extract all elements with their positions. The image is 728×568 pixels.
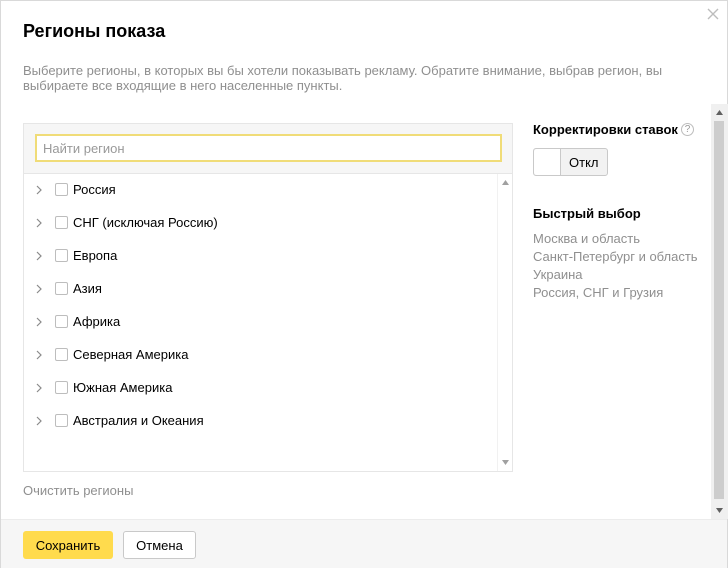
- chevron-right-icon[interactable]: [33, 415, 45, 427]
- region-label: Северная Америка: [73, 347, 189, 362]
- region-item[interactable]: Россия: [24, 179, 494, 201]
- region-checkbox[interactable]: [55, 183, 68, 196]
- region-label: СНГ (исключая Россию): [73, 215, 218, 230]
- region-checkbox[interactable]: [55, 381, 68, 394]
- chevron-right-icon[interactable]: [33, 184, 45, 196]
- region-item[interactable]: СНГ (исключая Россию): [24, 212, 494, 234]
- region-label: Азия: [73, 281, 102, 296]
- region-item[interactable]: Азия: [24, 278, 494, 300]
- chevron-right-icon[interactable]: [33, 316, 45, 328]
- quick-select-item[interactable]: Россия, СНГ и Грузия: [533, 285, 698, 300]
- search-input[interactable]: [35, 134, 502, 162]
- quick-select-item[interactable]: Украина: [533, 267, 698, 282]
- region-checkbox[interactable]: [55, 216, 68, 229]
- bid-adjustments-title: Корректировки ставок: [533, 122, 678, 137]
- clear-regions-link[interactable]: Очистить регионы: [23, 483, 133, 498]
- region-checkbox[interactable]: [55, 249, 68, 262]
- cancel-button[interactable]: Отмена: [123, 531, 196, 559]
- scroll-up-arrow-icon[interactable]: [502, 180, 509, 185]
- close-button[interactable]: [704, 5, 722, 23]
- quick-select-item[interactable]: Санкт-Петербург и область: [533, 249, 698, 264]
- chevron-right-icon[interactable]: [33, 217, 45, 229]
- dialog-description: Выберите регионы, в которых вы бы хотели…: [23, 63, 663, 93]
- region-checkbox[interactable]: [55, 282, 68, 295]
- region-label: Европа: [73, 248, 118, 263]
- chevron-right-icon[interactable]: [33, 283, 45, 295]
- bid-adjustments-toggle[interactable]: Откл: [533, 148, 608, 176]
- chevron-right-icon[interactable]: [33, 349, 45, 361]
- scroll-up-arrow-icon[interactable]: [716, 110, 723, 115]
- region-item[interactable]: Северная Америка: [24, 344, 494, 366]
- scroll-down-arrow-icon[interactable]: [716, 508, 723, 513]
- close-icon[interactable]: [704, 5, 722, 23]
- region-label: Южная Америка: [73, 380, 173, 395]
- dialog-title: Регионы показа: [23, 21, 166, 41]
- region-label: Австралия и Океания: [73, 413, 204, 428]
- region-checkbox[interactable]: [55, 414, 68, 427]
- scroll-down-arrow-icon[interactable]: [502, 460, 509, 465]
- toggle-knob: [534, 149, 561, 175]
- region-item[interactable]: Африка: [24, 311, 494, 333]
- region-label: Россия: [73, 182, 116, 197]
- region-checkbox[interactable]: [55, 348, 68, 361]
- region-list-scrollbar[interactable]: [497, 174, 512, 471]
- scrollbar-thumb[interactable]: [714, 121, 724, 499]
- toggle-label: Откл: [569, 155, 599, 170]
- dialog-footer: Сохранить Отмена: [1, 519, 727, 568]
- region-label: Африка: [73, 314, 121, 329]
- regions-panel: Россия СНГ (исключая Россию) Европа Азия Афр…: [23, 123, 513, 472]
- search-bar: [24, 124, 512, 174]
- chevron-right-icon[interactable]: [33, 382, 45, 394]
- quick-select-item[interactable]: Москва и область: [533, 231, 698, 246]
- question-icon[interactable]: ?: [681, 123, 694, 136]
- dialog-scrollbar[interactable]: [711, 104, 728, 519]
- region-item[interactable]: Южная Америка: [24, 377, 494, 399]
- chevron-right-icon[interactable]: [33, 250, 45, 262]
- region-item[interactable]: Европа: [24, 245, 494, 267]
- region-item[interactable]: Австралия и Океания: [24, 410, 494, 432]
- region-checkbox[interactable]: [55, 315, 68, 328]
- save-button[interactable]: Сохранить: [23, 531, 113, 559]
- quick-select-title: Быстрый выбор: [533, 206, 641, 221]
- regions-dialog: Регионы показа Выберите регионы, в котор…: [0, 0, 728, 568]
- region-tree: Россия СНГ (исключая Россию) Европа Азия Афр…: [24, 174, 512, 471]
- quick-select-list: Москва и область Санкт-Петербург и област…: [533, 231, 698, 303]
